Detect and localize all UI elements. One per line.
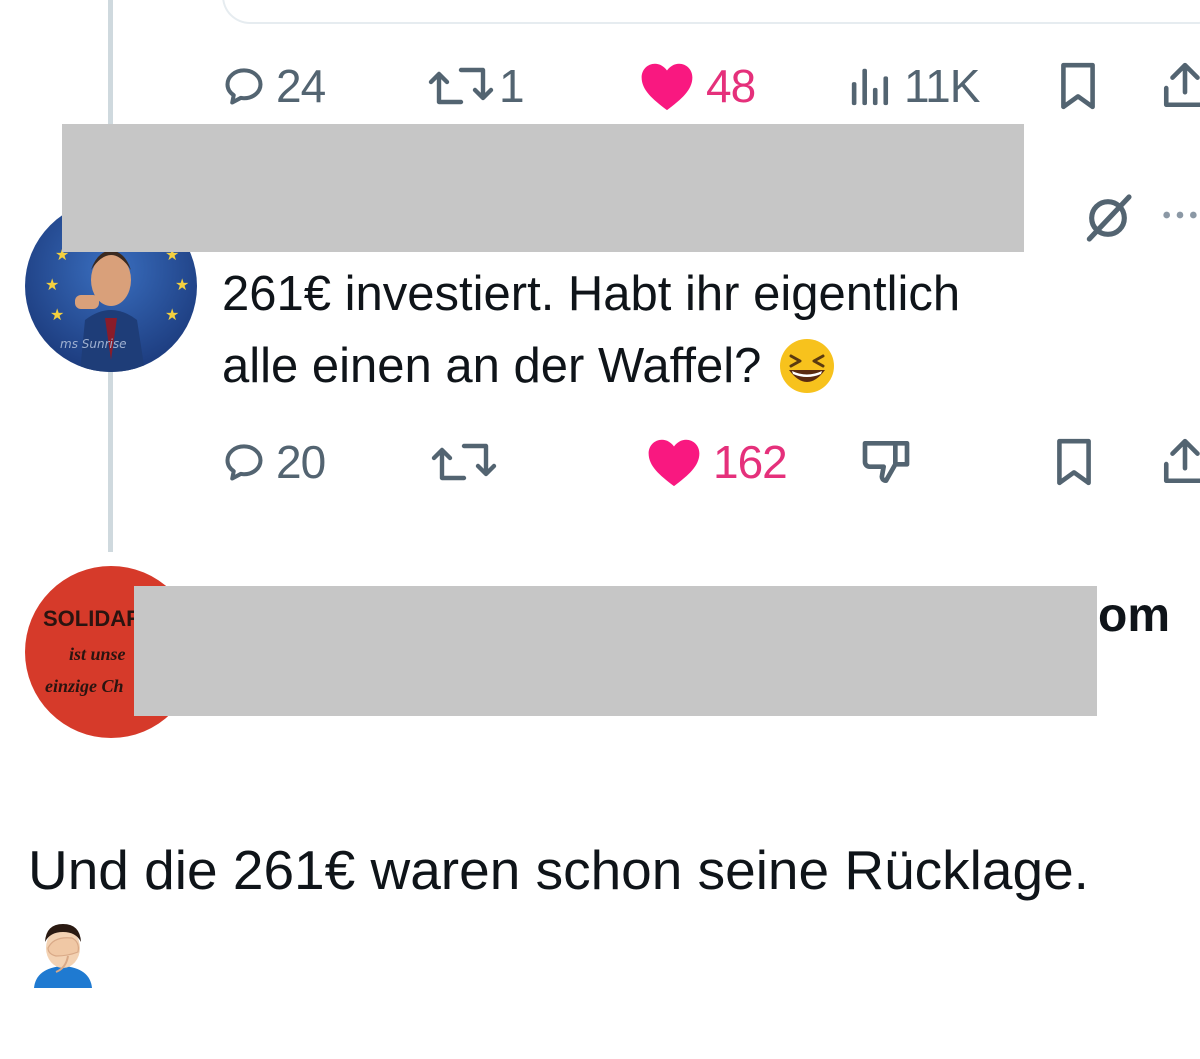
tweet-text-line1: 261€ investiert. Habt ihr eigentlich <box>222 267 961 321</box>
svg-text:★: ★ <box>45 275 59 294</box>
more-icon <box>1163 211 1197 219</box>
repost-button[interactable]: 1 <box>425 56 525 116</box>
views-count: 11K <box>904 60 980 112</box>
tweet-text-line2: alle einen an der Waffel? <box>222 330 960 402</box>
tweet2-action-bar: 20 162 <box>0 432 1200 492</box>
grok-icon <box>1086 194 1132 242</box>
display-name-fragment[interactable]: om <box>1098 588 1170 643</box>
like-count: 48 <box>706 60 756 112</box>
reply-count: 20 <box>276 436 326 488</box>
repost-button[interactable] <box>428 432 500 492</box>
tweet-text: 261€ investiert. Habt ihr eigentlich all… <box>222 258 960 402</box>
svg-text:★: ★ <box>165 305 179 324</box>
reply-icon <box>225 68 263 105</box>
grinning-squinting-face-icon <box>780 339 835 393</box>
bookmark-icon <box>1057 438 1091 486</box>
tweet1-action-bar: 24 1 48 11K <box>0 56 1200 116</box>
heart-icon <box>641 63 693 111</box>
reply-count: 24 <box>276 60 326 112</box>
like-button[interactable]: 48 <box>638 56 756 116</box>
views-icon <box>851 68 889 106</box>
svg-text:★: ★ <box>175 275 189 294</box>
svg-text:ist unse: ist unse <box>69 644 126 664</box>
svg-text:einzige Ch: einzige Ch <box>45 676 124 696</box>
views-button[interactable]: 11K <box>848 56 980 116</box>
svg-text:SOLIDAR: SOLIDAR <box>43 606 142 631</box>
share-button[interactable] <box>1160 432 1200 492</box>
like-button[interactable]: 162 <box>645 432 788 492</box>
repost-icon <box>431 443 497 481</box>
reply-icon <box>225 444 263 481</box>
reply-button[interactable]: 24 <box>222 56 326 116</box>
bookmark-icon <box>1061 62 1095 110</box>
svg-text:★: ★ <box>50 305 64 324</box>
bookmark-button[interactable] <box>1056 56 1100 116</box>
redaction-block <box>134 586 1097 716</box>
share-button[interactable] <box>1160 56 1200 116</box>
reply-button[interactable]: 20 <box>222 432 326 492</box>
grok-button[interactable] <box>1080 190 1136 251</box>
caption-text: Und die 261€ waren schon seine Rücklage. <box>28 839 1089 901</box>
more-button[interactable] <box>1160 195 1200 240</box>
heart-icon <box>648 439 700 487</box>
redaction-block <box>62 124 1024 252</box>
tweet-text-line2-text: alle einen an der Waffel? <box>222 339 762 393</box>
like-count: 162 <box>713 436 788 488</box>
share-icon <box>1163 438 1200 484</box>
share-icon <box>1163 62 1200 108</box>
downvote-icon <box>862 441 910 483</box>
svg-text:ms Sunrise: ms Sunrise <box>60 337 127 351</box>
repost-icon <box>428 67 494 105</box>
quoted-tweet-card[interactable] <box>222 0 1200 24</box>
bookmark-button[interactable] <box>1052 432 1096 492</box>
repost-count: 1 <box>499 60 525 112</box>
man-facepalming-icon <box>28 918 98 993</box>
downvote-button[interactable] <box>858 432 914 492</box>
